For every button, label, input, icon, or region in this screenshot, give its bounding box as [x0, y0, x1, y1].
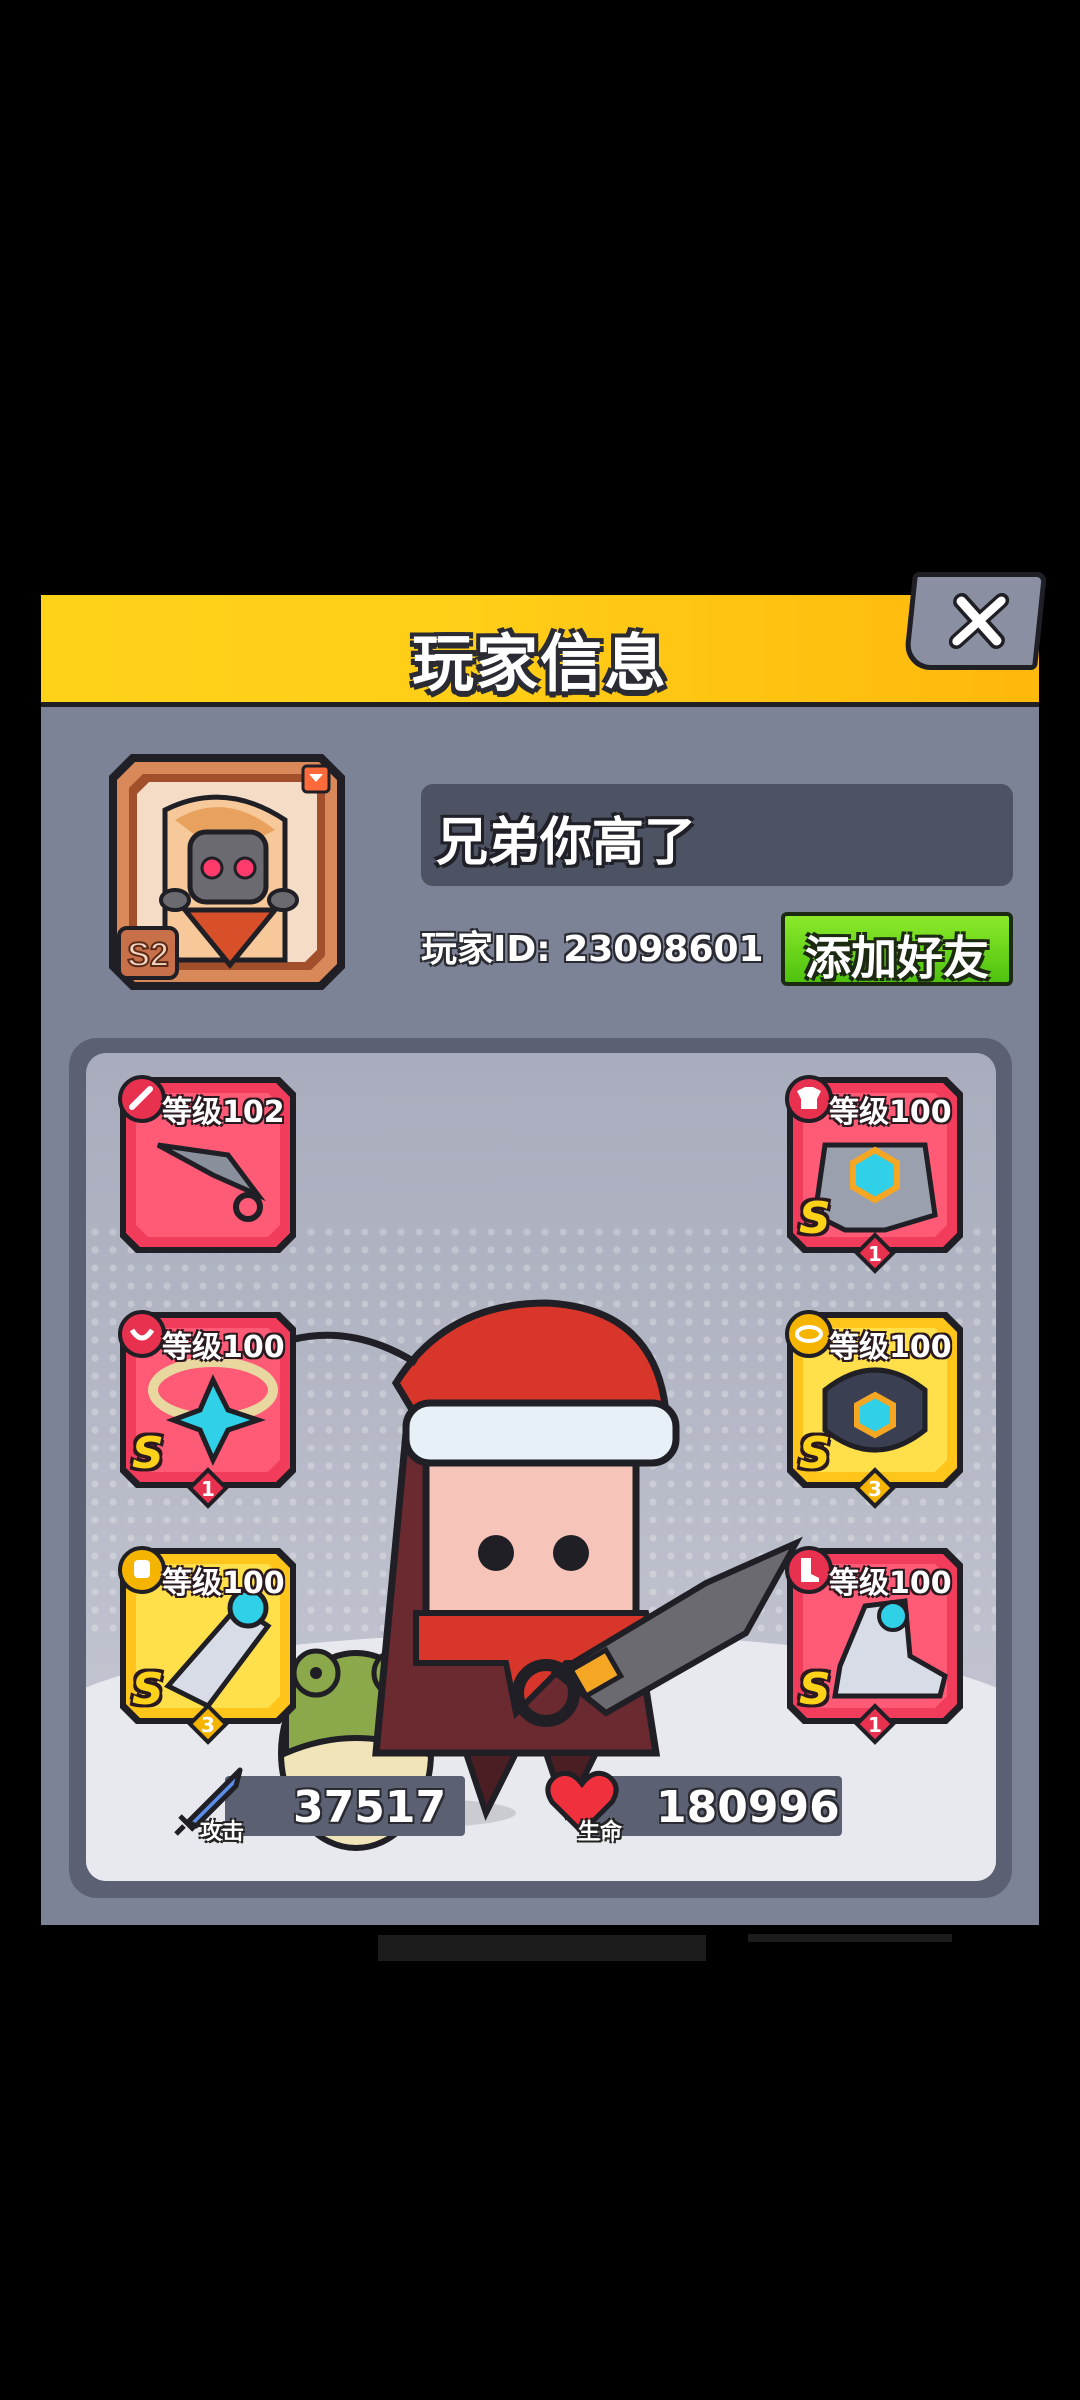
equip-slot-armor[interactable]: 等级100 S 1 — [785, 1075, 965, 1274]
hp-value: 180996 — [656, 1782, 840, 1833]
hp-label: 生命 — [578, 1820, 623, 1845]
hp-stat: 180996 — [590, 1776, 842, 1836]
equip-slot-belt[interactable]: 等级100 S 3 — [785, 1310, 965, 1509]
close-button[interactable] — [902, 572, 1048, 670]
equip-slot-necklace[interactable]: 等级100 S 1 — [118, 1310, 298, 1509]
slot-level: 等级100 — [162, 1330, 285, 1365]
dialog-title: 玩家信息 — [411, 627, 668, 700]
player-name: 兄弟你高了 — [436, 813, 697, 873]
slot-stars: 3 — [201, 1713, 215, 1737]
attack-stat: 37517 — [225, 1776, 465, 1836]
add-friend-label: 添加好友 — [805, 931, 989, 985]
attack-label: 攻击 — [200, 1820, 245, 1845]
equip-slot-boots[interactable]: 等级100 S 1 — [785, 1546, 965, 1745]
slot-level: 等级100 — [829, 1095, 952, 1130]
slot-stars: 1 — [868, 1713, 882, 1737]
close-icon — [948, 593, 1010, 649]
player-id: 玩家ID: 23098601 — [421, 929, 764, 970]
slot-rarity: S — [799, 1664, 831, 1715]
slot-level: 等级102 — [162, 1095, 285, 1130]
attack-value: 37517 — [293, 1782, 447, 1833]
dialog-header: 玩家信息 — [41, 595, 1039, 707]
equip-slot-gloves[interactable]: 等级100 S 3 — [118, 1546, 298, 1745]
slot-stars: 1 — [868, 1242, 882, 1266]
slot-stars: 1 — [201, 1477, 215, 1501]
equip-slot-weapon[interactable]: 等级102 — [118, 1075, 298, 1255]
slot-level: 等级100 — [829, 1566, 952, 1601]
slot-rarity: S — [132, 1664, 164, 1715]
slot-level: 等级100 — [162, 1566, 285, 1601]
slot-rarity: S — [799, 1428, 831, 1479]
slot-stars: 3 — [868, 1477, 882, 1501]
divider — [378, 1935, 706, 1961]
slot-rarity: S — [799, 1193, 831, 1244]
slot-level: 等级100 — [829, 1330, 952, 1365]
add-friend-button[interactable]: 添加好友 — [781, 912, 1013, 986]
slot-rarity: S — [132, 1428, 164, 1479]
player-avatar[interactable]: S2 — [105, 750, 349, 994]
divider — [748, 1934, 952, 1942]
season-badge: S2 — [127, 936, 169, 974]
